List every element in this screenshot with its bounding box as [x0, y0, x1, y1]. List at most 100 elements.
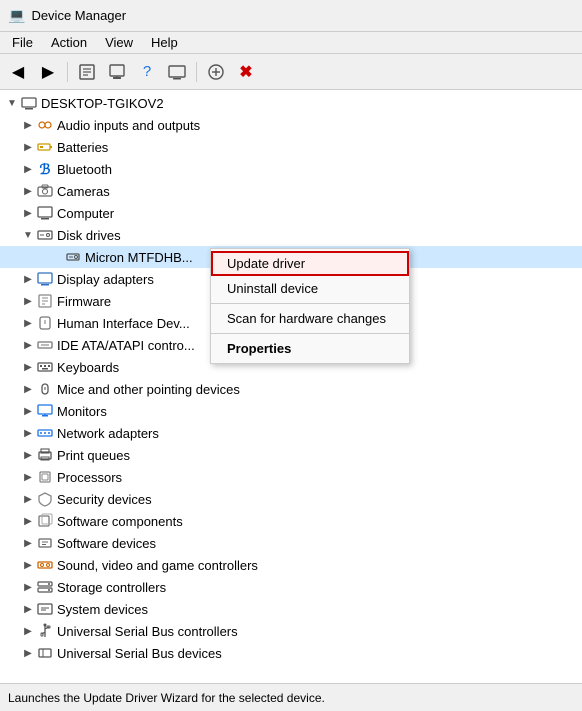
tree-item-root[interactable]: ▼ DESKTOP-TGIKOV2: [0, 92, 582, 114]
icon-batteries: [36, 138, 54, 156]
label-firmware: Firmware: [57, 294, 111, 309]
add-device-button[interactable]: [202, 59, 230, 85]
tree-item-mice[interactable]: ▶ Mice and other pointing devices: [0, 378, 582, 400]
expand-keyboards[interactable]: ▶: [20, 359, 36, 375]
tree-item-sound[interactable]: ▶ Sound, video and game controllers: [0, 554, 582, 576]
icon-sysdev: [36, 600, 54, 618]
expand-computer[interactable]: ▶: [20, 205, 36, 221]
forward-button[interactable]: ▶: [34, 59, 62, 85]
icon-computer: [36, 204, 54, 222]
expand-hid[interactable]: ▶: [20, 315, 36, 331]
expand-bluetooth[interactable]: ▶: [20, 161, 36, 177]
menu-file[interactable]: File: [4, 33, 41, 52]
app-icon: 💻: [8, 7, 25, 24]
icon-ide: [36, 336, 54, 354]
tree-item-softcomp[interactable]: ▶ Software components: [0, 510, 582, 532]
expand-network[interactable]: ▶: [20, 425, 36, 441]
expand-batteries[interactable]: ▶: [20, 139, 36, 155]
expand-softcomp[interactable]: ▶: [20, 513, 36, 529]
tree-item-audio[interactable]: ▶ Audio inputs and outputs: [0, 114, 582, 136]
menu-action[interactable]: Action: [43, 33, 95, 52]
expand-disk-drives[interactable]: ▼: [20, 227, 36, 243]
expand-mice[interactable]: ▶: [20, 381, 36, 397]
update-driver-toolbar-button[interactable]: [103, 59, 131, 85]
ctx-separator-1: [211, 303, 409, 304]
tree-item-cameras[interactable]: ▶ Cameras: [0, 180, 582, 202]
remove-button[interactable]: ✖: [232, 59, 260, 85]
expand-usbdev[interactable]: ▶: [20, 645, 36, 661]
expand-ide[interactable]: ▶: [20, 337, 36, 353]
device-tree[interactable]: ▼ DESKTOP-TGIKOV2 ▶ Audio inputs and out…: [0, 90, 582, 683]
icon-security: [36, 490, 54, 508]
expand-cameras[interactable]: ▶: [20, 183, 36, 199]
icon-softdev: [36, 534, 54, 552]
expand-display[interactable]: ▶: [20, 271, 36, 287]
expand-sysdev[interactable]: ▶: [20, 601, 36, 617]
icon-mice: [36, 380, 54, 398]
expand-usb[interactable]: ▶: [20, 623, 36, 639]
help-button[interactable]: ?: [133, 59, 161, 85]
menu-view[interactable]: View: [97, 33, 141, 52]
expand-sound[interactable]: ▶: [20, 557, 36, 573]
expand-storage[interactable]: ▶: [20, 579, 36, 595]
icon-root: [20, 94, 38, 112]
tree-item-usbdev[interactable]: ▶ Universal Serial Bus devices: [0, 642, 582, 664]
icon-usbdev: [36, 644, 54, 662]
tree-item-storage[interactable]: ▶ Storage controllers: [0, 576, 582, 598]
expand-softdev[interactable]: ▶: [20, 535, 36, 551]
icon-monitors: [36, 402, 54, 420]
tree-item-batteries[interactable]: ▶ Batteries: [0, 136, 582, 158]
label-sound: Sound, video and game controllers: [57, 558, 258, 573]
label-batteries: Batteries: [57, 140, 108, 155]
icon-cameras: [36, 182, 54, 200]
label-storage: Storage controllers: [57, 580, 166, 595]
icon-audio: [36, 116, 54, 134]
toolbar: ◀ ▶ ? ✖: [0, 54, 582, 90]
tree-item-disk-drives[interactable]: ▼ Disk drives: [0, 224, 582, 246]
expand-proc[interactable]: ▶: [20, 469, 36, 485]
label-usbdev: Universal Serial Bus devices: [57, 646, 222, 661]
label-mice: Mice and other pointing devices: [57, 382, 240, 397]
scan-toolbar-button[interactable]: [163, 59, 191, 85]
tree-item-proc[interactable]: ▶ Processors: [0, 466, 582, 488]
expand-monitors[interactable]: ▶: [20, 403, 36, 419]
expand-firmware[interactable]: ▶: [20, 293, 36, 309]
tree-item-print[interactable]: ▶ Print queues: [0, 444, 582, 466]
ctx-update-driver[interactable]: Update driver: [211, 251, 409, 276]
tree-item-sysdev[interactable]: ▶ System devices: [0, 598, 582, 620]
status-bar: Launches the Update Driver Wizard for th…: [0, 683, 582, 711]
ctx-separator-2: [211, 333, 409, 334]
label-computer: Computer: [57, 206, 114, 221]
ctx-uninstall-device[interactable]: Uninstall device: [211, 276, 409, 301]
label-sysdev: System devices: [57, 602, 148, 617]
icon-firmware: [36, 292, 54, 310]
expand-print[interactable]: ▶: [20, 447, 36, 463]
label-security: Security devices: [57, 492, 152, 507]
expand-security[interactable]: ▶: [20, 491, 36, 507]
label-cameras: Cameras: [57, 184, 110, 199]
icon-print: [36, 446, 54, 464]
ctx-scan[interactable]: Scan for hardware changes: [211, 306, 409, 331]
icon-network: [36, 424, 54, 442]
tree-item-network[interactable]: ▶ Network adapters: [0, 422, 582, 444]
tree-item-usb[interactable]: ▶ Universal Serial Bus controllers: [0, 620, 582, 642]
context-menu: Update driver Uninstall device Scan for …: [210, 248, 410, 364]
menu-help[interactable]: Help: [143, 33, 186, 52]
expand-root[interactable]: ▼: [4, 95, 20, 111]
back-button[interactable]: ◀: [4, 59, 32, 85]
tree-item-softdev[interactable]: ▶ Software devices: [0, 532, 582, 554]
tree-item-security[interactable]: ▶ Security devices: [0, 488, 582, 510]
label-root: DESKTOP-TGIKOV2: [41, 96, 164, 111]
tree-item-computer[interactable]: ▶ Computer: [0, 202, 582, 224]
icon-hid: [36, 314, 54, 332]
ctx-properties[interactable]: Properties: [211, 336, 409, 361]
properties-button[interactable]: [73, 59, 101, 85]
expand-audio[interactable]: ▶: [20, 117, 36, 133]
label-audio: Audio inputs and outputs: [57, 118, 200, 133]
menu-bar: File Action View Help: [0, 32, 582, 54]
tree-item-bluetooth[interactable]: ▶ ℬ Bluetooth: [0, 158, 582, 180]
label-keyboards: Keyboards: [57, 360, 119, 375]
tree-item-monitors[interactable]: ▶ Monitors: [0, 400, 582, 422]
icon-storage: [36, 578, 54, 596]
label-softdev: Software devices: [57, 536, 156, 551]
